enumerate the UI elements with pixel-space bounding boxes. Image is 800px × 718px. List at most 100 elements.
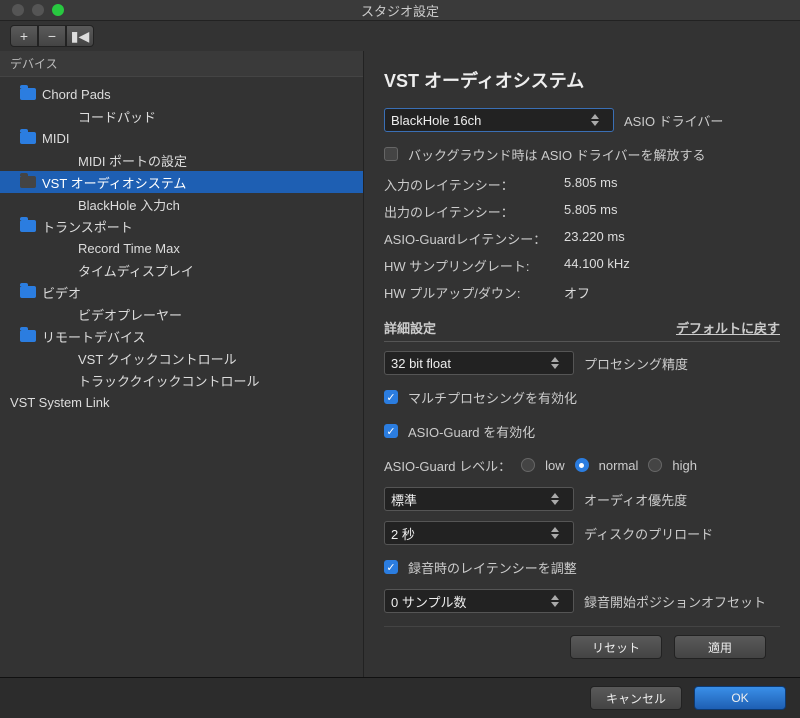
multiproc-label: マルチプロセシングを有効化 — [408, 388, 577, 407]
chevron-down-icon — [551, 534, 559, 539]
chevron-up-icon — [551, 527, 559, 532]
adjust-rec-label: 録音時のレイテンシーを調整 — [408, 558, 577, 577]
leaf-icon — [56, 154, 72, 166]
tree-item[interactable]: VST オーディオシステム — [0, 171, 363, 193]
tree-item[interactable]: コードパッド — [0, 105, 363, 127]
output-latency-value: 5.805 ms — [564, 202, 780, 221]
tree-item-label: VST クイックコントロール — [78, 349, 237, 368]
guard-level-low-label: low — [545, 458, 565, 473]
tree-item[interactable]: MIDI — [0, 127, 363, 149]
tree-item[interactable]: リモートデバイス — [0, 325, 363, 347]
leaf-icon — [56, 242, 72, 254]
tree-item[interactable]: トランスポート — [0, 215, 363, 237]
guard-level-normal-radio[interactable] — [575, 458, 589, 472]
add-button[interactable]: + — [10, 25, 38, 47]
tree-item[interactable]: ビデオ — [0, 281, 363, 303]
cancel-button[interactable]: キャンセル — [590, 686, 682, 710]
tree-item[interactable]: タイムディスプレイ — [0, 259, 363, 281]
folder-icon — [20, 176, 36, 188]
tree-item[interactable]: VST System Link — [0, 391, 363, 413]
priority-label: オーディオ優先度 — [584, 490, 687, 509]
guard-level-low-radio[interactable] — [521, 458, 535, 472]
tree-item-label: タイムディスプレイ — [78, 261, 194, 280]
chevron-down-icon — [591, 121, 599, 126]
ok-button[interactable]: OK — [694, 686, 786, 710]
skip-back-icon: ▮◀ — [71, 28, 89, 45]
tree-item[interactable]: ビデオプレーヤー — [0, 303, 363, 325]
leaf-icon — [56, 352, 72, 364]
tree-item[interactable]: トラッククイックコントロール — [0, 369, 363, 391]
reset-defaults-link[interactable]: デフォルトに戻す — [676, 318, 780, 337]
latency-stats: 入力のレイテンシー： 5.805 ms 出力のレイテンシー： 5.805 ms … — [384, 175, 780, 302]
sidebar-header: デバイス — [0, 51, 363, 77]
folder-icon — [20, 330, 36, 342]
tree-item-label: VST System Link — [10, 395, 109, 410]
tree-item-label: VST オーディオシステム — [42, 173, 186, 192]
window-title: スタジオ設定 — [0, 1, 800, 20]
tree-item-label: BlackHole 入力ch — [78, 195, 180, 214]
device-tree[interactable]: Chord Pads コードパッド MIDI MIDI ポートの設定 VST オーディオ… — [0, 77, 363, 677]
titlebar: スタジオ設定 — [0, 0, 800, 21]
asio-guard-checkbox[interactable]: ✓ — [384, 424, 398, 438]
priority-value: 標準 — [391, 490, 417, 509]
guard-level-label: ASIO-Guard レベル： — [384, 456, 511, 475]
chevron-up-icon — [591, 114, 599, 119]
folder-icon — [20, 88, 36, 100]
tree-item[interactable]: MIDI ポートの設定 — [0, 149, 363, 171]
guard-latency-label: ASIO-Guardレイテンシー： — [384, 229, 564, 248]
input-latency-label: 入力のレイテンシー： — [384, 175, 564, 194]
remove-button[interactable]: − — [38, 25, 66, 47]
leaf-icon — [56, 264, 72, 276]
asio-driver-label: ASIO ドライバー — [624, 111, 723, 130]
asio-guard-label: ASIO-Guard を有効化 — [408, 422, 535, 441]
output-latency-label: 出力のレイテンシー： — [384, 202, 564, 221]
release-bg-checkbox[interactable] — [384, 147, 398, 161]
reset-all-button[interactable]: ▮◀ — [66, 25, 94, 47]
tree-item-label: トラッククイックコントロール — [78, 371, 259, 390]
priority-select[interactable]: 標準 — [384, 487, 574, 511]
preload-value: 2 秒 — [391, 524, 415, 543]
offset-stepper[interactable]: 0 サンプル数 — [384, 589, 574, 613]
chevron-down-icon — [551, 602, 559, 607]
folder-icon — [20, 286, 36, 298]
chevron-up-icon — [551, 357, 559, 362]
toolbar: + − ▮◀ — [0, 21, 800, 51]
page-title: VST オーディオシステム — [384, 67, 780, 93]
guard-level-high-label: high — [672, 458, 697, 473]
sidebar: デバイス Chord Pads コードパッド MIDI MIDI ポートの設定 VST … — [0, 51, 364, 677]
apply-button[interactable]: 適用 — [674, 635, 766, 659]
tree-item-label: コードパッド — [78, 107, 156, 126]
multiproc-checkbox[interactable]: ✓ — [384, 390, 398, 404]
chevron-up-icon — [551, 493, 559, 498]
tree-item-label: ビデオプレーヤー — [78, 305, 182, 324]
tree-item[interactable]: Record Time Max — [0, 237, 363, 259]
advanced-header: 詳細設定 — [384, 318, 436, 337]
hw-pull-value: オフ — [564, 283, 780, 302]
precision-value: 32 bit float — [391, 356, 451, 371]
tree-item-label: MIDI ポートの設定 — [78, 151, 187, 170]
precision-select[interactable]: 32 bit float — [384, 351, 574, 375]
tree-item-label: トランスポート — [42, 217, 133, 236]
asio-driver-value: BlackHole 16ch — [391, 113, 481, 128]
offset-value: 0 サンプル数 — [391, 592, 466, 611]
reset-button[interactable]: リセット — [570, 635, 662, 659]
hw-pull-label: HW プルアップ/ダウン: — [384, 283, 564, 302]
leaf-icon — [56, 308, 72, 320]
chevron-up-icon — [551, 595, 559, 600]
tree-item[interactable]: BlackHole 入力ch — [0, 193, 363, 215]
tree-item[interactable]: Chord Pads — [0, 83, 363, 105]
preload-label: ディスクのプリロード — [584, 524, 713, 543]
hw-samplerate-label: HW サンプリングレート: — [384, 256, 564, 275]
hw-samplerate-value: 44.100 kHz — [564, 256, 780, 275]
tree-item[interactable]: VST クイックコントロール — [0, 347, 363, 369]
leaf-icon — [56, 198, 72, 210]
precision-label: プロセシング精度 — [584, 354, 688, 373]
guard-level-high-radio[interactable] — [648, 458, 662, 472]
tree-item-label: MIDI — [42, 131, 69, 146]
adjust-rec-checkbox[interactable]: ✓ — [384, 560, 398, 574]
asio-driver-select[interactable]: BlackHole 16ch — [384, 108, 614, 132]
tree-item-label: ビデオ — [42, 283, 81, 302]
main-panel: VST オーディオシステム BlackHole 16ch ASIO ドライバー … — [364, 51, 800, 677]
guard-latency-value: 23.220 ms — [564, 229, 780, 248]
preload-select[interactable]: 2 秒 — [384, 521, 574, 545]
